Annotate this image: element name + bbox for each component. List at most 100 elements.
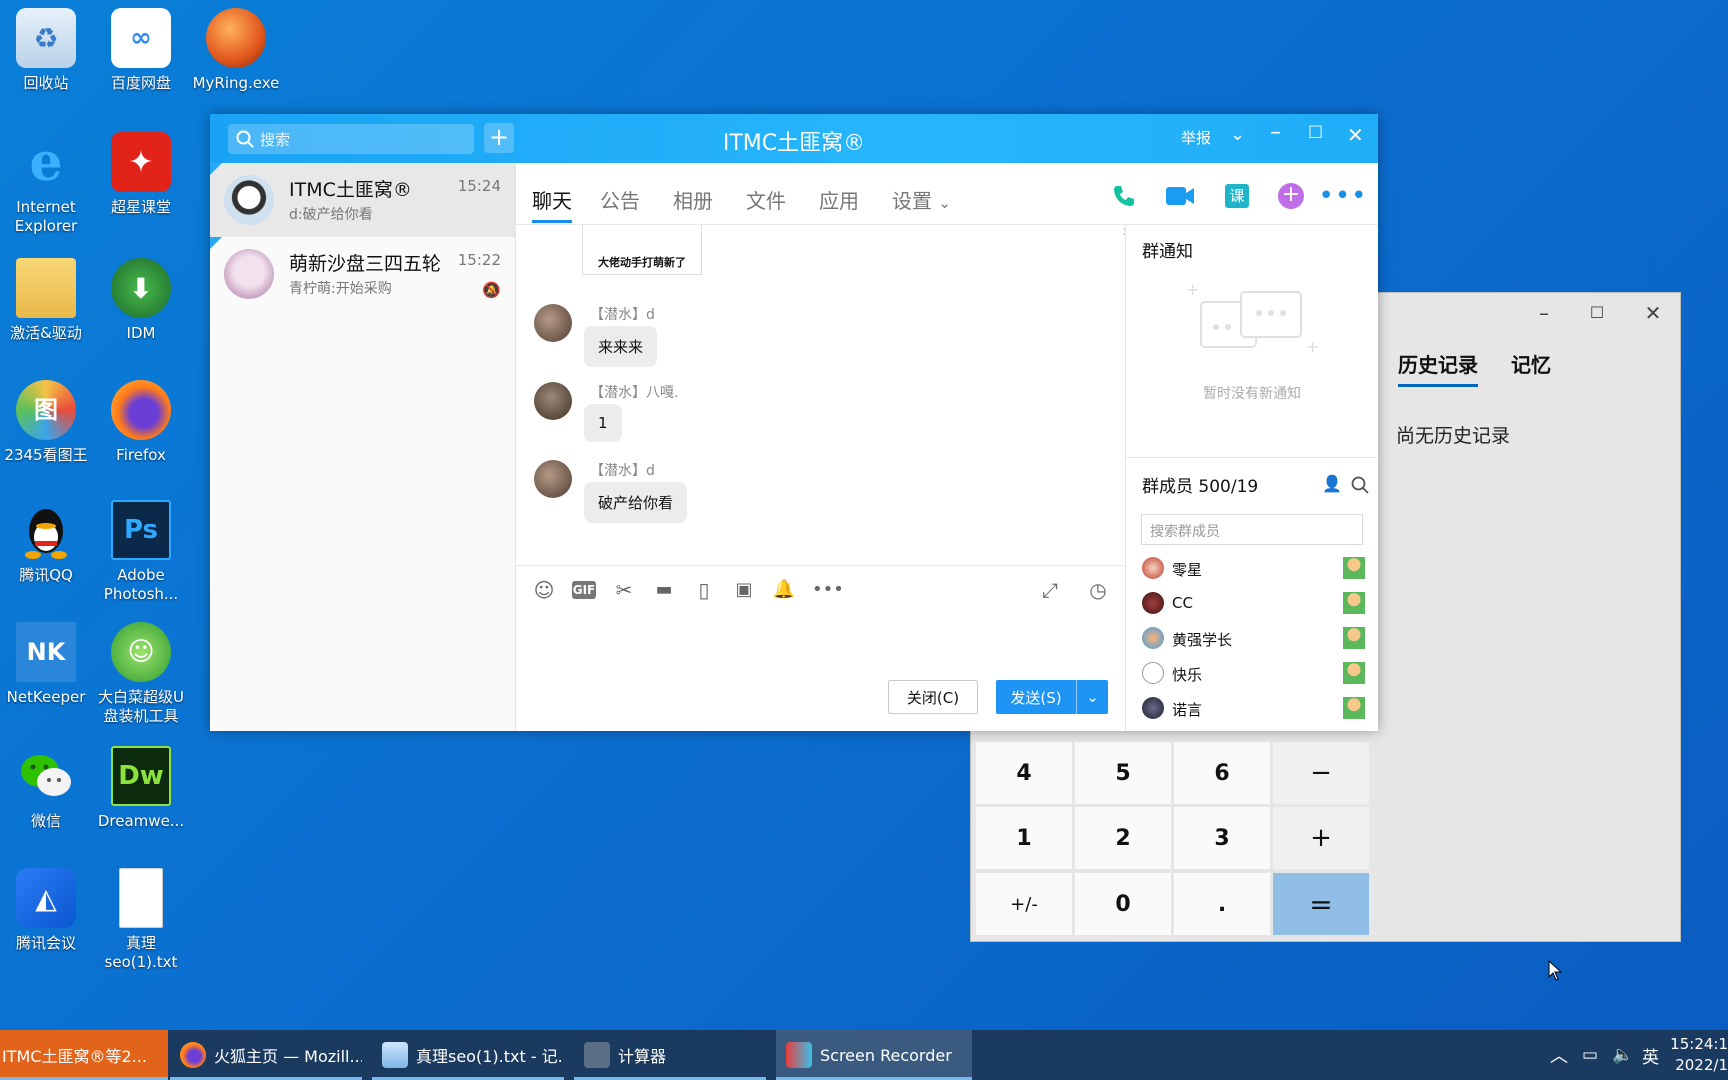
desktop-icon-qq[interactable]: 腾讯QQ [0,500,92,585]
desktop-icon-photoshop[interactable]: Ps Adobe Photosh... [95,500,187,604]
more-icon[interactable]: ••• [1319,181,1367,211]
taskbar-item-firefox[interactable]: 火狐主页 — Mozill... [170,1030,362,1080]
emoji-icon[interactable]: ☺ [532,578,556,602]
taskbar-item-screen-recorder[interactable]: Screen Recorder [776,1030,972,1080]
key-2[interactable]: 2 [1075,807,1171,869]
member-avatar [1142,662,1164,684]
desktop-icon-firefox[interactable]: Firefox [95,380,187,465]
key-plus[interactable]: + [1273,807,1369,869]
desktop-icon-myring[interactable]: MyRing.exe [190,8,282,93]
tab-history[interactable]: 历史记录 [1398,349,1478,387]
volume-icon[interactable]: 🔈 [1612,1030,1636,1080]
desktop-icon-idm[interactable]: ⬇ IDM [95,258,187,343]
chevron-down-icon[interactable]: ⌄ [1076,680,1108,714]
key-5[interactable]: 5 [1075,742,1171,804]
maximize-icon[interactable]: ☐ [1577,303,1617,322]
image-icon[interactable]: ▣ [732,578,756,602]
more-icon[interactable]: ••• [812,578,844,602]
desktop-icon-2345viewer[interactable]: 图 2345看图王 [0,380,92,465]
close-icon[interactable]: ✕ [1347,123,1364,147]
taskbar-item-qq[interactable]: ITMC土匪窝®等2... [0,1030,168,1080]
sender-avatar[interactable] [534,460,572,498]
chevron-down-icon[interactable]: ⌄ [1230,124,1245,145]
sender-name[interactable]: 【潜水】d [590,460,655,480]
group-info-panel: 群通知 + + 暂时没有新通知 群成员 500/19 👤 搜索群成员 零星 CC… [1125,225,1379,731]
desktop-icon-baidu-netdisk[interactable]: ∞ 百度网盘 [95,8,187,93]
tab-announcement[interactable]: 公告 [600,185,640,214]
key-equals[interactable]: = [1273,873,1369,935]
notice-title[interactable]: 群通知 [1142,237,1193,262]
member-row[interactable]: CC [1142,592,1367,618]
add-app-icon[interactable]: + [1276,181,1306,211]
desktop-icon-dreamweaver[interactable]: Dw Dreamwe... [95,746,187,831]
member-row[interactable]: 零星 [1142,557,1367,583]
search-icon[interactable] [1351,476,1369,494]
member-search-input[interactable]: 搜索群成员 [1141,514,1363,545]
expand-icon[interactable]: ⤢ [1038,578,1062,602]
key-6[interactable]: 6 [1174,742,1270,804]
sticker-image[interactable]: 大佬动手打萌新了 [582,225,702,275]
tab-chat[interactable]: 聊天 [532,185,572,223]
desktop-icon-chaoxing[interactable]: ✦ 超星课堂 [95,132,187,217]
close-button[interactable]: 关闭(C) [888,680,978,714]
key-3[interactable]: 3 [1174,807,1270,869]
desktop-icon-folder-drivers[interactable]: 激活&驱动 [0,258,92,343]
bell-icon[interactable]: 🔔 [772,578,796,602]
session-item[interactable]: 萌新沙盘三四五轮 青柠萌:开始采购 15:22 🔕 [210,237,515,311]
key-negate[interactable]: +/- [976,873,1072,935]
member-row[interactable]: 黄强学长 [1142,627,1367,653]
tab-apps[interactable]: 应用 [819,185,859,214]
tab-album[interactable]: 相册 [673,185,713,214]
send-button[interactable]: 发送(S) ⌄ [996,680,1108,714]
maximize-icon[interactable]: ☐ [1308,123,1323,143]
scissors-icon[interactable]: ✂ [612,578,636,602]
desktop-icon-netkeeper[interactable]: NK NetKeeper [0,622,92,707]
tab-memory[interactable]: 记忆 [1511,349,1551,378]
minimize-icon[interactable]: – [1270,120,1281,145]
member-row[interactable]: 快乐 [1142,662,1367,688]
desktop-icon-tencent-meeting[interactable]: ◭ 腾讯会议 [0,868,92,953]
key-minus[interactable]: − [1273,742,1369,804]
video-call-icon[interactable] [1165,181,1195,211]
session-name: ITMC土匪窝® [289,179,412,201]
history-clock-icon[interactable]: ◷ [1086,578,1110,602]
session-item[interactable]: ITMC土匪窝® d:破产给你看 15:24 [210,163,515,237]
sender-name[interactable]: 【潜水】八嘎. [590,382,678,402]
minimize-icon[interactable]: – [1524,301,1564,325]
desktop-icon-wechat[interactable]: 微信 [0,746,92,831]
folder-icon[interactable]: ▬ [652,578,676,602]
taskbar-item-calculator[interactable]: 计算器 [574,1030,766,1080]
taskbar-item-notepad[interactable]: 真理seo(1).txt - 记... [372,1030,564,1080]
desktop-icon-recycle-bin[interactable]: ♻ 回收站 [0,8,92,93]
gif-icon[interactable]: GIF [572,581,596,599]
desktop-icon-label: NetKeeper [6,688,86,706]
key-4[interactable]: 4 [976,742,1072,804]
close-icon[interactable]: ✕ [1633,301,1673,325]
sender-avatar[interactable] [534,382,572,420]
desktop-icon-dabaicai[interactable]: ☺ 大白菜超级U盘装机工具 [95,622,187,726]
red-packet-icon[interactable]: ▯ [692,578,716,602]
system-clock[interactable]: 15:24:1 2022/1 [1670,1034,1728,1076]
member-role-icon [1343,627,1365,649]
member-row[interactable]: 诺言 [1142,697,1367,723]
sender-avatar[interactable] [534,304,572,342]
desktop-icon-ie[interactable]: e Internet Explorer [0,132,92,236]
tab-files[interactable]: 文件 [746,185,786,214]
voice-call-icon[interactable] [1109,181,1139,211]
report-button[interactable]: 举报 [1181,127,1211,148]
sender-name[interactable]: 【潜水】d [590,304,655,324]
tab-settings[interactable]: 设置 ⌄ [892,185,951,214]
network-icon[interactable]: ▭ [1582,1030,1606,1080]
key-decimal[interactable]: . [1174,873,1270,935]
ime-indicator[interactable]: 英 [1642,1030,1666,1080]
desktop-icon-label: 超星课堂 [110,198,171,216]
add-member-icon[interactable]: 👤 [1322,474,1342,493]
key-1[interactable]: 1 [976,807,1072,869]
class-icon[interactable]: 课 [1222,181,1252,211]
desktop-icon-label: 回收站 [23,74,69,92]
key-0[interactable]: 0 [1075,873,1171,935]
qq-icon [16,500,76,560]
member-role-icon [1343,557,1365,579]
desktop-icon-text-file[interactable]: 真理seo(1).txt [95,868,187,972]
chevron-up-icon[interactable]: ︿ [1550,1030,1574,1080]
